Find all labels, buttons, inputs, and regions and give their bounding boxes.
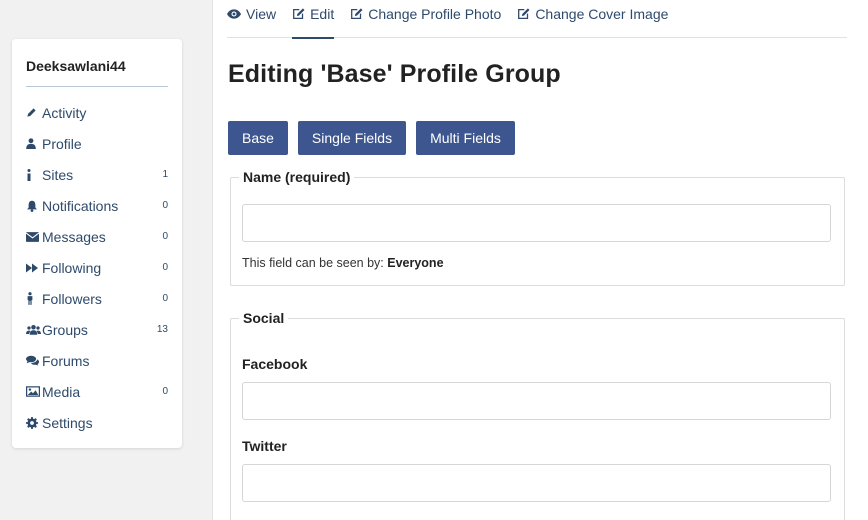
gear-icon xyxy=(26,416,42,429)
name-fieldset: Name (required) This field can be seen b… xyxy=(230,169,845,286)
sidebar-item-forums[interactable]: Forums xyxy=(26,345,168,376)
multi-fields-group-button[interactable]: Multi Fields xyxy=(416,121,515,155)
envelope-icon xyxy=(26,231,42,242)
field-visibility: This field can be seen by: Everyone xyxy=(242,256,833,270)
profile-group-tabs: Base Single Fields Multi Fields xyxy=(228,121,515,155)
sidebar-item-count: 0 xyxy=(162,200,168,211)
sidebar-item-messages[interactable]: Messages 0 xyxy=(26,221,168,252)
single-fields-group-button[interactable]: Single Fields xyxy=(297,121,407,155)
sidebar-item-label: Notifications xyxy=(42,197,119,214)
tab-change-profile-photo[interactable]: Change Profile Photo xyxy=(350,0,501,38)
name-input[interactable] xyxy=(242,204,831,242)
sidebar-item-label: Activity xyxy=(42,104,87,121)
sidebar-item-activity[interactable]: Activity xyxy=(26,97,168,128)
sidebar-item-count: 0 xyxy=(162,262,168,273)
sidebar-item-sites[interactable]: Sites 1 xyxy=(26,159,168,190)
sidebar-item-label: Sites xyxy=(42,166,74,183)
tab-view[interactable]: View xyxy=(227,0,276,38)
sidebar-item-settings[interactable]: Settings xyxy=(26,407,168,438)
sidebar-item-label: Settings xyxy=(42,414,93,431)
sidebar-item-followers[interactable]: Followers 0 xyxy=(26,283,168,314)
sidebar-item-count: 0 xyxy=(162,231,168,242)
profile-sidebar: Deeksawlani44 Activity Profile Sites 1 N… xyxy=(12,39,182,448)
facebook-label: Facebook xyxy=(242,356,308,372)
sidebar-item-groups[interactable]: Groups 13 xyxy=(26,314,168,345)
user-icon xyxy=(26,138,42,149)
social-section-label: Social xyxy=(239,310,289,326)
comments-icon xyxy=(26,355,42,366)
sidebar-item-notifications[interactable]: Notifications 0 xyxy=(26,190,168,221)
image-icon xyxy=(26,386,42,397)
sidebar-item-count: 1 xyxy=(162,169,168,180)
base-group-button[interactable]: Base xyxy=(228,121,288,155)
tab-label: Edit xyxy=(310,6,335,22)
facebook-input[interactable] xyxy=(242,382,831,420)
edit-icon xyxy=(292,8,305,20)
sidebar-username: Deeksawlani44 xyxy=(26,39,168,87)
sidebar-nav: Activity Profile Sites 1 Notifications 0 xyxy=(26,97,168,438)
pencil-icon xyxy=(26,107,42,118)
sidebar-item-count: 13 xyxy=(156,324,168,335)
sidebar-item-label: Profile xyxy=(42,135,82,152)
tab-edit[interactable]: Edit xyxy=(292,0,335,39)
twitter-input[interactable] xyxy=(242,464,831,502)
page-title: Editing 'Base' Profile Group xyxy=(228,60,561,88)
name-field-label: Name (required) xyxy=(239,169,355,185)
tab-change-cover-image[interactable]: Change Cover Image xyxy=(517,0,668,38)
eye-icon xyxy=(227,9,241,19)
person-standing-icon xyxy=(26,292,42,305)
sidebar-item-profile[interactable]: Profile xyxy=(26,128,168,159)
visibility-value: Everyone xyxy=(387,256,444,270)
info-icon xyxy=(26,168,42,181)
social-fieldset: Social Facebook Twitter xyxy=(230,310,845,520)
sidebar-item-label: Following xyxy=(42,259,102,276)
sidebar-item-following[interactable]: Following 0 xyxy=(26,252,168,283)
users-icon xyxy=(26,324,42,335)
tab-label: View xyxy=(246,6,277,22)
edit-icon xyxy=(350,8,363,20)
twitter-label: Twitter xyxy=(242,438,287,454)
tab-label: Change Profile Photo xyxy=(368,6,502,22)
bell-icon xyxy=(26,200,42,212)
sidebar-item-label: Forums xyxy=(42,352,90,369)
sidebar-item-label: Groups xyxy=(42,321,88,338)
sidebar-item-label: Media xyxy=(42,383,81,400)
edit-icon xyxy=(517,8,530,20)
sidebar-item-count: 0 xyxy=(162,293,168,304)
tab-label: Change Cover Image xyxy=(535,6,669,22)
sidebar-item-media[interactable]: Media 0 xyxy=(26,376,168,407)
sidebar-item-count: 0 xyxy=(162,386,168,397)
sidebar-item-label: Messages xyxy=(42,228,106,245)
fast-forward-icon xyxy=(26,263,42,273)
profile-subnav: View Edit Change Profile Photo Change Co… xyxy=(227,0,847,39)
visibility-prefix: This field can be seen by: xyxy=(242,256,384,270)
main-panel: View Edit Change Profile Photo Change Co… xyxy=(212,0,868,520)
sidebar-item-label: Followers xyxy=(42,290,102,307)
